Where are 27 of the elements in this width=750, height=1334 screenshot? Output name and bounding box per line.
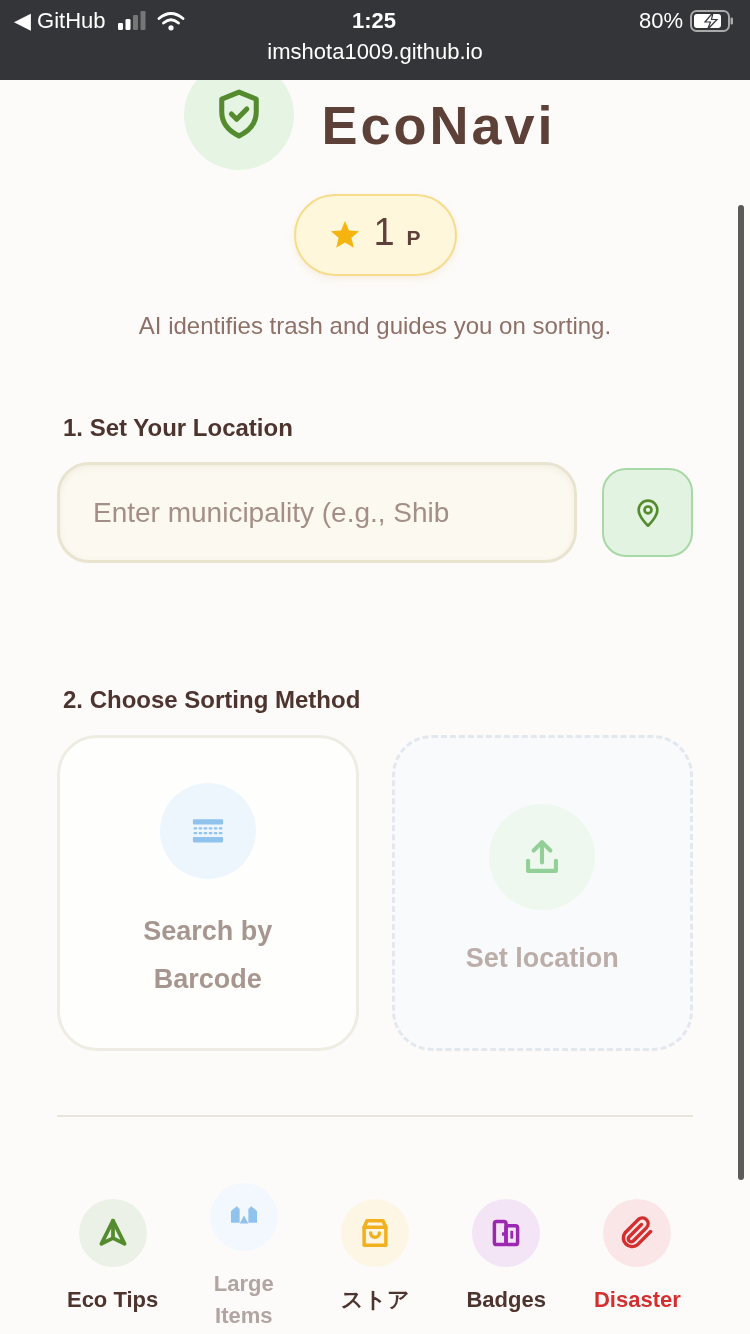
app-title: EcoNavi: [321, 94, 556, 157]
back-link[interactable]: ◀ GitHub: [14, 7, 106, 35]
locate-button[interactable]: [602, 468, 693, 557]
nav-button[interactable]: Badges: [440, 1199, 572, 1316]
nav-button[interactable]: Disaster: [571, 1199, 703, 1316]
tagline: AI identifies trash and guides you on sorting.: [137, 311, 613, 341]
wifi-icon: [156, 11, 185, 31]
star-icon: [329, 219, 362, 251]
battery-percent: 80%: [638, 7, 683, 35]
barcode-icon: [159, 783, 256, 879]
nav-button[interactable]: ストア: [309, 1199, 441, 1316]
blocks-icon: [209, 1183, 278, 1251]
clock-time: 1:25: [351, 7, 396, 35]
section-heading: 1. Set Your Location: [62, 413, 294, 443]
points-unit: P: [406, 225, 421, 251]
section-heading: 2. Choose Sorting Method: [62, 685, 362, 715]
municipality-input[interactable]: Enter municipality (e.g., Shib: [57, 462, 577, 563]
page-url: imshota1009.github.io: [267, 39, 483, 65]
points-value: 1: [373, 210, 395, 254]
nav-button[interactable]: Eco Tips: [47, 1199, 179, 1316]
shopping-bag-icon: [341, 1199, 409, 1267]
upload-icon: [489, 804, 596, 910]
shield-check-icon: [184, 80, 295, 170]
panels-icon: [472, 1199, 541, 1267]
paperclip-icon: [603, 1199, 672, 1267]
battery-charging-icon: [690, 10, 734, 32]
signal-icon: [116, 11, 147, 31]
